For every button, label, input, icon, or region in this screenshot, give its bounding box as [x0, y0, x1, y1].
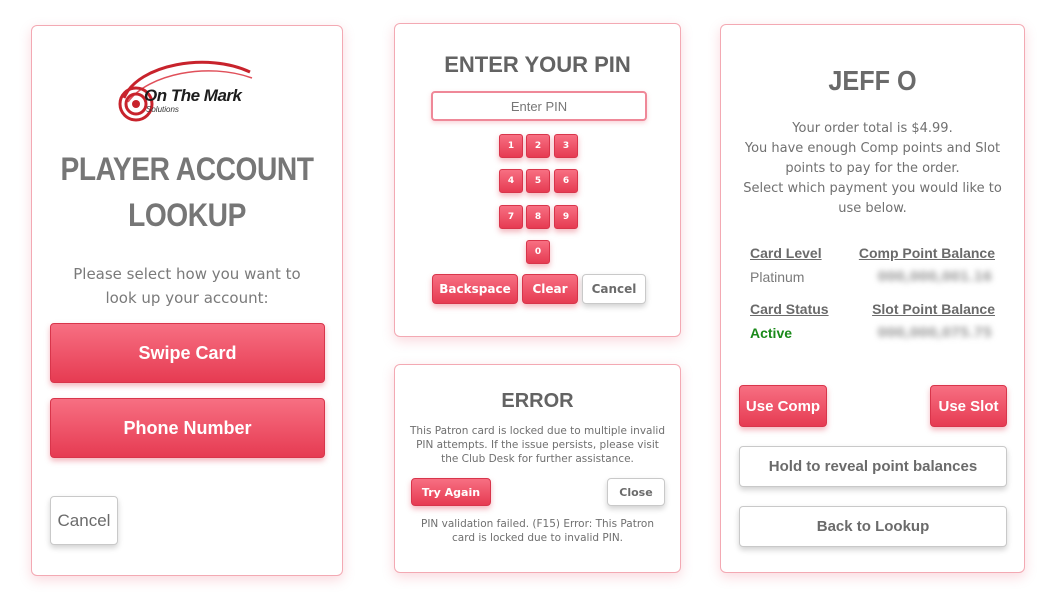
keypad-key-3[interactable]: 3 [554, 134, 578, 158]
keypad-key-9[interactable]: 9 [554, 205, 578, 229]
page-title: PLAYER ACCOUNT LOOKUP [60, 151, 314, 233]
backspace-button[interactable]: Backspace [432, 274, 518, 304]
back-to-lookup-button[interactable]: Back to Lookup [739, 506, 1007, 547]
keypad-key-8[interactable]: 8 [526, 205, 550, 229]
phone-number-button[interactable]: Phone Number [50, 398, 325, 458]
clear-button[interactable]: Clear [522, 274, 578, 304]
order-summary: Your order total is $4.99. You have enou… [735, 119, 1010, 219]
select-payment-text: Select which payment you would like to u… [743, 181, 1002, 216]
logo-text: On The Mark [144, 86, 242, 105]
error-detail: PIN validation failed. (F15) Error: This… [420, 518, 654, 544]
error-panel: ERROR This Patron card is locked due to … [394, 364, 681, 573]
enough-points-text: You have enough Comp points and Slot poi… [744, 141, 1001, 176]
lookup-prompt: Please select how you want to look up yo… [73, 265, 301, 307]
keypad-key-4[interactable]: 4 [499, 169, 523, 193]
pin-entry-panel: ENTER YOUR PIN 1 2 3 4 5 6 7 8 9 0 Backs… [394, 23, 681, 337]
card-level-value: Platinum [750, 269, 805, 285]
keypad-key-6[interactable]: 6 [554, 169, 578, 193]
swipe-card-button[interactable]: Swipe Card [50, 323, 325, 383]
card-status-label: Card Status [750, 301, 829, 317]
error-message: This Patron card is locked due to multip… [410, 425, 665, 465]
card-status-value: Active [750, 325, 793, 341]
pin-title: ENTER YOUR PIN [444, 52, 631, 77]
cancel-button[interactable]: Cancel [50, 496, 118, 545]
card-level-label: Card Level [750, 245, 822, 261]
error-title: ERROR [501, 390, 574, 412]
keypad-key-0[interactable]: 0 [526, 240, 550, 264]
comp-balance-value: 000,000,001.16 [877, 270, 992, 285]
use-slot-button[interactable]: Use Slot [930, 385, 1007, 427]
order-total-text: Your order total is $4.99. [792, 121, 953, 136]
pin-input[interactable] [431, 91, 647, 121]
close-button[interactable]: Close [607, 478, 665, 506]
pin-cancel-button[interactable]: Cancel [582, 274, 646, 304]
keypad-key-7[interactable]: 7 [499, 205, 523, 229]
player-name: JEFF O [828, 65, 917, 96]
logo-subtext: Solutions [146, 105, 179, 114]
player-lookup-panel: On The Mark Solutions PLAYER ACCOUNT LOO… [31, 25, 343, 576]
keypad-key-5[interactable]: 5 [526, 169, 550, 193]
use-comp-button[interactable]: Use Comp [739, 385, 827, 427]
company-logo: On The Mark Solutions [118, 56, 258, 136]
keypad-key-2[interactable]: 2 [526, 134, 550, 158]
slot-balance-value: 000,000,075.75 [877, 326, 992, 341]
slot-balance-label: Slot Point Balance [872, 301, 995, 317]
keypad-key-1[interactable]: 1 [499, 134, 523, 158]
comp-balance-label: Comp Point Balance [858, 245, 995, 261]
hold-reveal-balances-button[interactable]: Hold to reveal point balances [739, 446, 1007, 487]
try-again-button[interactable]: Try Again [411, 478, 491, 506]
player-account-panel: JEFF O Your order total is $4.99. You ha… [720, 24, 1025, 573]
